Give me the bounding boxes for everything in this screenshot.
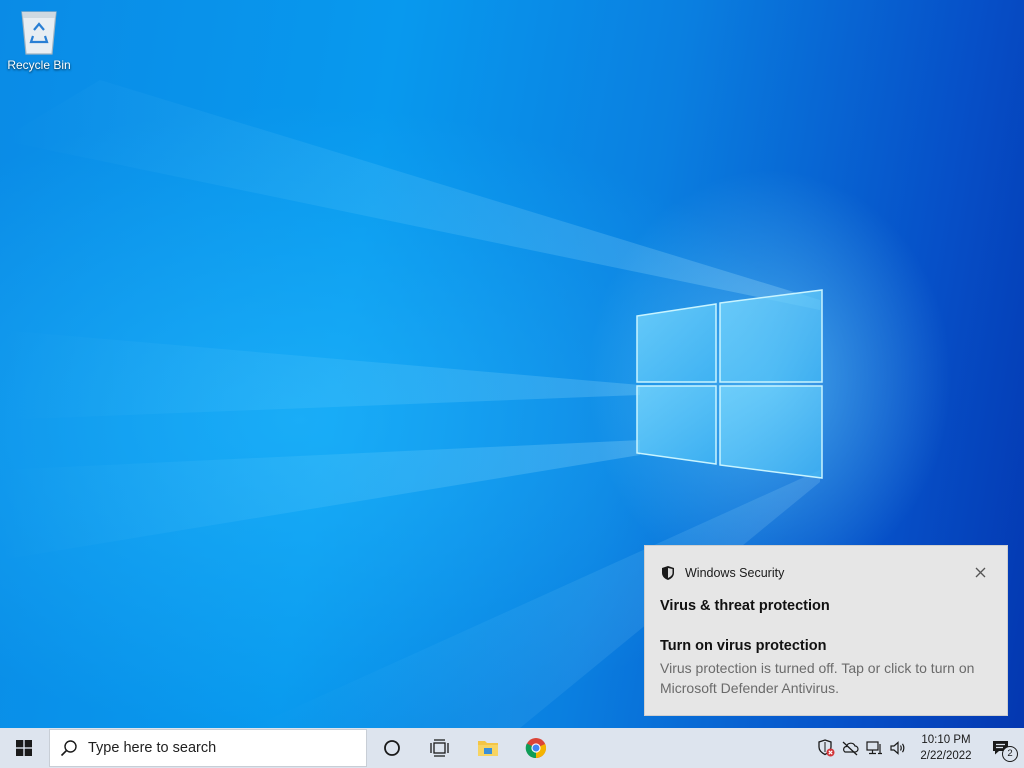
start-button[interactable] [0, 728, 48, 768]
clock[interactable]: 10:10 PM 2/22/2022 [914, 728, 978, 768]
clock-time: 10:10 PM [921, 734, 971, 746]
toast-notification[interactable]: Windows Security Virus & threat protecti… [644, 545, 1008, 716]
network-icon [866, 741, 882, 755]
recycle-bin-icon [21, 11, 57, 55]
tray-onedrive-button[interactable] [838, 728, 862, 768]
security-warning-icon [818, 739, 835, 757]
system-tray: 10:10 PM 2/22/2022 2 [814, 728, 1024, 768]
shield-icon [662, 566, 674, 580]
desktop-icon-recycle-bin[interactable]: Recycle Bin [4, 6, 74, 72]
toast-app-name: Windows Security [685, 566, 785, 580]
recycle-bin-label: Recycle Bin [7, 58, 71, 72]
task-view-button[interactable] [416, 728, 464, 768]
volume-icon [890, 741, 905, 755]
clock-date: 2/22/2022 [920, 750, 972, 762]
action-center-button[interactable]: 2 [978, 728, 1024, 768]
search-icon [60, 740, 77, 757]
search-box[interactable]: Type here to search [49, 729, 367, 767]
onedrive-off-icon [842, 741, 859, 756]
search-placeholder: Type here to search [88, 740, 217, 756]
toast-title: Virus & threat protection [660, 598, 830, 614]
windows-logo [636, 289, 823, 479]
tray-volume-button[interactable] [886, 728, 910, 768]
cortana-circle-icon [384, 740, 400, 756]
notification-count-badge: 2 [1002, 746, 1018, 762]
chrome-button[interactable] [512, 728, 560, 768]
chrome-icon [525, 738, 547, 759]
folder-icon [478, 741, 498, 756]
task-view-icon [430, 739, 449, 757]
windows-start-icon [16, 740, 32, 756]
close-icon [975, 567, 985, 577]
tray-security-button[interactable] [814, 728, 838, 768]
cortana-button[interactable] [368, 728, 416, 768]
toast-body: Virus protection is turned off. Tap or c… [660, 660, 975, 696]
file-explorer-button[interactable] [464, 728, 512, 768]
tray-network-button[interactable] [862, 728, 886, 768]
toast-header: Windows Security [660, 564, 784, 582]
taskbar: Type here to search 10:10 PM 2/22/2022 2 [0, 728, 1024, 768]
toast-close-button[interactable] [971, 563, 989, 581]
toast-subtitle: Turn on virus protection [660, 638, 827, 654]
